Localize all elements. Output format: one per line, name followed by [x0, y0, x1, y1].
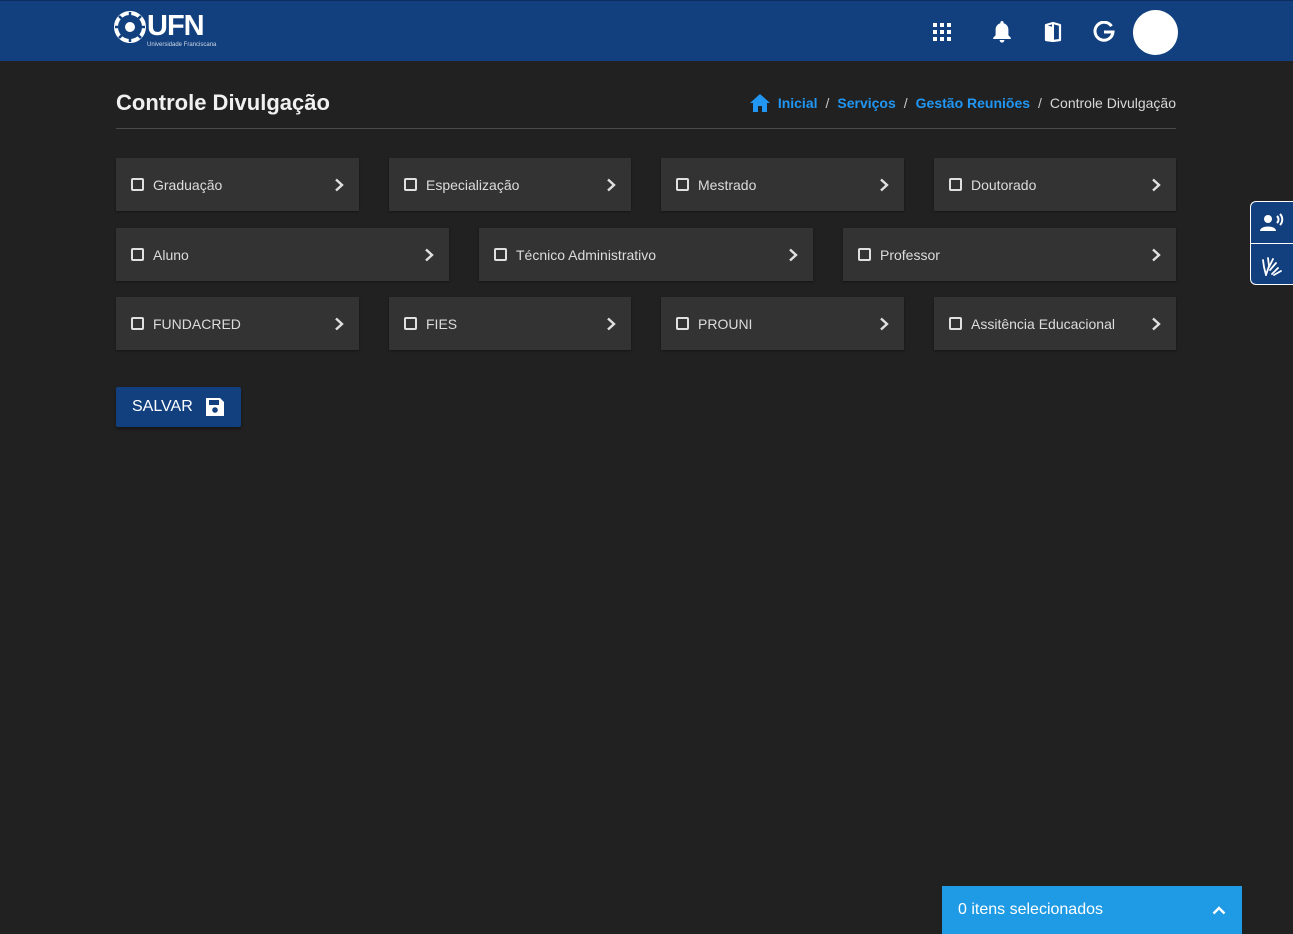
google-icon[interactable]: [1092, 20, 1116, 44]
chevron-right-icon[interactable]: [1150, 248, 1162, 262]
bell-icon[interactable]: [990, 20, 1014, 44]
option-especializacao[interactable]: Especialização: [389, 158, 631, 211]
logo-mark-icon: [114, 11, 146, 43]
option-label: Especialização: [426, 176, 520, 193]
save-button[interactable]: SALVAR: [116, 387, 241, 427]
chevron-right-icon[interactable]: [333, 178, 345, 192]
page-title: Controle Divulgação: [116, 90, 330, 115]
breadcrumb-link-inicial[interactable]: Inicial: [778, 95, 818, 111]
apps-grid-icon[interactable]: [930, 20, 954, 44]
option-graduacao[interactable]: Graduação: [116, 158, 359, 211]
option-tecnico-administrativo[interactable]: Técnico Administrativo: [479, 228, 813, 281]
checkbox[interactable]: [676, 317, 689, 330]
breadcrumb-current: Controle Divulgação: [1049, 95, 1176, 111]
floppy-disk-icon: [205, 398, 224, 416]
breadcrumb-link-gestao-reunioes[interactable]: Gestão Reuniões: [916, 95, 1030, 111]
option-label: Professor: [880, 246, 940, 263]
book-icon[interactable]: [1041, 20, 1065, 44]
logo-subtitle: Universidade Franciscana: [147, 42, 217, 48]
breadcrumb-separator: /: [903, 95, 908, 111]
option-doutorado[interactable]: Doutorado: [934, 158, 1176, 211]
breadcrumb-separator: /: [1038, 95, 1042, 111]
checkbox[interactable]: [404, 317, 417, 330]
selected-items-count: 0 itens selecionados: [958, 901, 1103, 918]
option-fundacred[interactable]: FUNDACRED: [116, 297, 359, 350]
option-label: Aluno: [153, 246, 189, 263]
checkbox[interactable]: [404, 178, 417, 191]
option-label: Graduação: [153, 176, 223, 193]
ufn-logo[interactable]: UFN Universidade Franciscana: [114, 11, 216, 53]
screen-reader-icon[interactable]: [1251, 202, 1293, 243]
header-divider: [116, 128, 1176, 129]
option-label: PROUNI: [698, 315, 753, 332]
option-label: Mestrado: [698, 176, 757, 193]
checkbox[interactable]: [131, 248, 144, 261]
chevron-right-icon[interactable]: [423, 248, 435, 262]
chevron-right-icon[interactable]: [1150, 317, 1162, 331]
breadcrumb-link-servicos[interactable]: Serviços: [837, 95, 895, 111]
option-label: FUNDACRED: [153, 315, 241, 332]
breadcrumb-separator: /: [825, 95, 830, 111]
checkbox[interactable]: [494, 248, 507, 261]
option-label: Assitência Educacional: [971, 315, 1115, 332]
chevron-right-icon[interactable]: [1150, 178, 1162, 192]
checkbox[interactable]: [949, 317, 962, 330]
chevron-right-icon[interactable]: [605, 317, 617, 331]
chevron-right-icon[interactable]: [605, 178, 617, 192]
option-label: Doutorado: [971, 176, 1037, 193]
option-mestrado[interactable]: Mestrado: [661, 158, 904, 211]
chevron-up-icon[interactable]: [1212, 905, 1226, 915]
chevron-right-icon[interactable]: [878, 317, 890, 331]
option-assistencia-educacional[interactable]: Assitência Educacional: [934, 297, 1176, 350]
chevron-right-icon[interactable]: [787, 248, 799, 262]
checkbox[interactable]: [676, 178, 689, 191]
chevron-right-icon[interactable]: [878, 178, 890, 192]
option-label: Técnico Administrativo: [516, 246, 657, 263]
checkbox[interactable]: [131, 178, 144, 191]
top-bar: UFN Universidade Franciscana: [0, 0, 1293, 61]
accessibility-widget: [1250, 201, 1293, 285]
user-avatar[interactable]: [1133, 10, 1178, 55]
selected-items-panel[interactable]: 0 itens selecionados: [942, 886, 1242, 934]
home-icon[interactable]: [749, 94, 770, 112]
sign-language-icon[interactable]: [1251, 244, 1293, 284]
checkbox[interactable]: [131, 317, 144, 330]
option-label: FIES: [426, 315, 458, 332]
option-fies[interactable]: FIES: [389, 297, 631, 350]
option-prouni[interactable]: PROUNI: [661, 297, 904, 350]
breadcrumb: Inicial / Serviços / Gestão Reuniões / C…: [749, 94, 1176, 112]
checkbox[interactable]: [949, 178, 962, 191]
logo-wordmark: UFN: [147, 10, 205, 42]
save-button-label: SALVAR: [132, 398, 193, 415]
option-professor[interactable]: Professor: [843, 228, 1176, 281]
chevron-right-icon[interactable]: [333, 317, 345, 331]
option-aluno[interactable]: Aluno: [116, 228, 449, 281]
checkbox[interactable]: [858, 248, 871, 261]
